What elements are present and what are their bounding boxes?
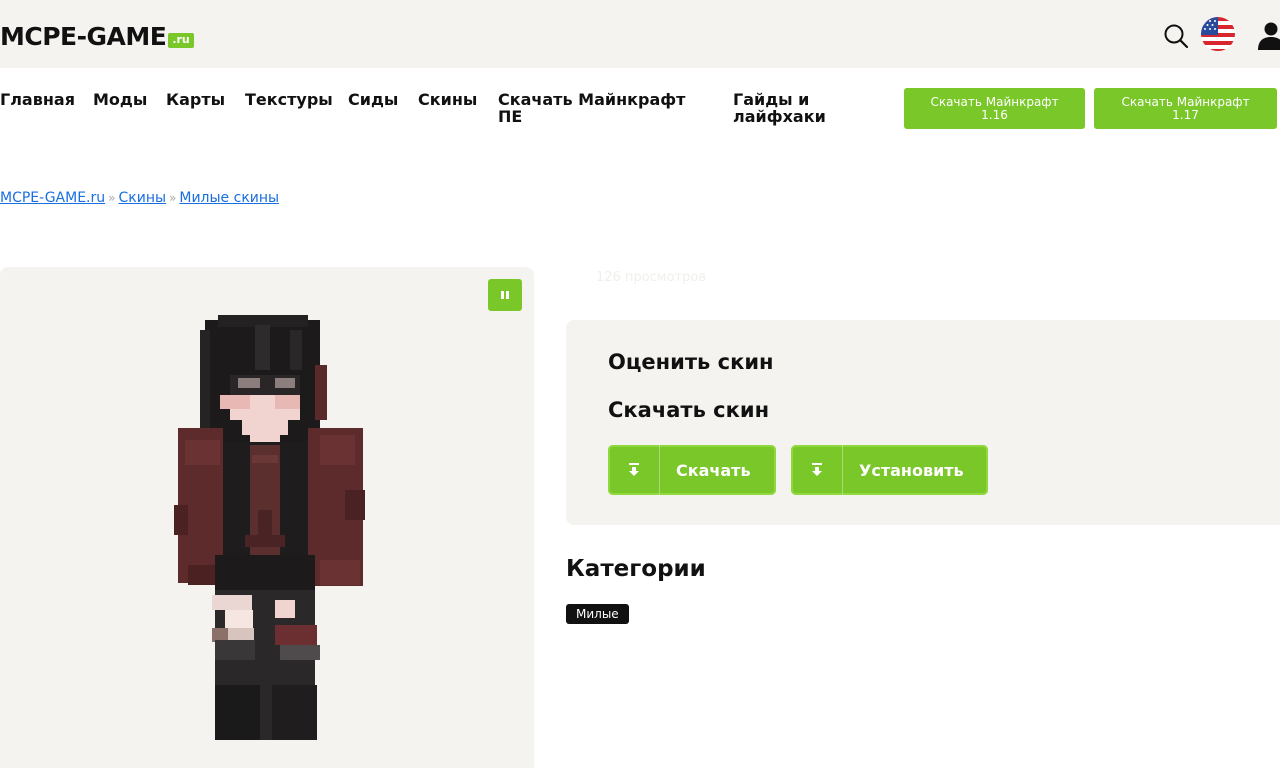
nav-item-download-pe[interactable]: Скачать Майнкрафт ПЕ xyxy=(498,91,703,125)
logo-tld-badge: .ru xyxy=(168,33,194,48)
download-button-line1: Скачать Майнкрафт xyxy=(1121,94,1250,109)
views-count: 126 просмотров xyxy=(596,270,706,285)
install-skin-button[interactable]: Установить xyxy=(791,445,988,495)
rate-skin-title: Оценить скин xyxy=(608,350,774,374)
breadcrumb: MCPE-GAME.ru» Скины» Милые скины xyxy=(0,190,279,206)
user-icon[interactable] xyxy=(1256,20,1280,50)
download-skin-label: Скачать xyxy=(676,460,751,480)
breadcrumb-separator: » xyxy=(108,191,116,205)
install-skin-label: Установить xyxy=(859,460,964,480)
download-button-line1: Скачать Майнкрафт xyxy=(930,94,1059,109)
nav-item-maps[interactable]: Карты xyxy=(166,91,225,108)
search-icon[interactable] xyxy=(1162,22,1190,50)
download-minecraft-1-17-button[interactable]: Скачать Майнкрафт 1.17 xyxy=(1094,88,1277,129)
download-skin-button[interactable]: Скачать xyxy=(608,445,776,495)
site-logo[interactable]: MCPE-GAME .ru xyxy=(0,18,194,52)
nav-item-home[interactable]: Главная xyxy=(0,91,75,108)
download-minecraft-1-16-button[interactable]: Скачать Майнкрафт 1.16 xyxy=(904,88,1085,129)
breadcrumb-home[interactable]: MCPE-GAME.ru xyxy=(0,190,105,206)
nav-item-textures[interactable]: Текстуры xyxy=(245,91,333,108)
breadcrumb-separator: » xyxy=(169,191,177,205)
skin-3d-model[interactable] xyxy=(160,310,390,745)
nav-item-seeds[interactable]: Сиды xyxy=(348,91,398,108)
download-button-line2: 1.17 xyxy=(1172,107,1199,122)
download-arrow-icon xyxy=(791,445,843,495)
categories-title: Категории xyxy=(566,556,706,582)
pause-icon xyxy=(501,291,509,299)
us-flag-icon[interactable] xyxy=(1200,16,1236,52)
pause-animation-button[interactable] xyxy=(488,279,522,311)
breadcrumb-skins[interactable]: Скины xyxy=(118,190,166,206)
category-tag[interactable]: Милые xyxy=(566,604,629,624)
nav-item-guides[interactable]: Гайды и лайфхаки xyxy=(733,91,843,125)
nav-item-skins[interactable]: Скины xyxy=(418,91,477,108)
download-skin-title: Скачать скин xyxy=(608,398,770,422)
download-button-line2: 1.16 xyxy=(981,107,1008,122)
nav-item-mods[interactable]: Моды xyxy=(93,91,147,108)
download-arrow-icon xyxy=(608,445,660,495)
logo-text: MCPE-GAME xyxy=(0,22,167,51)
breadcrumb-cute-skins[interactable]: Милые скины xyxy=(179,190,279,206)
